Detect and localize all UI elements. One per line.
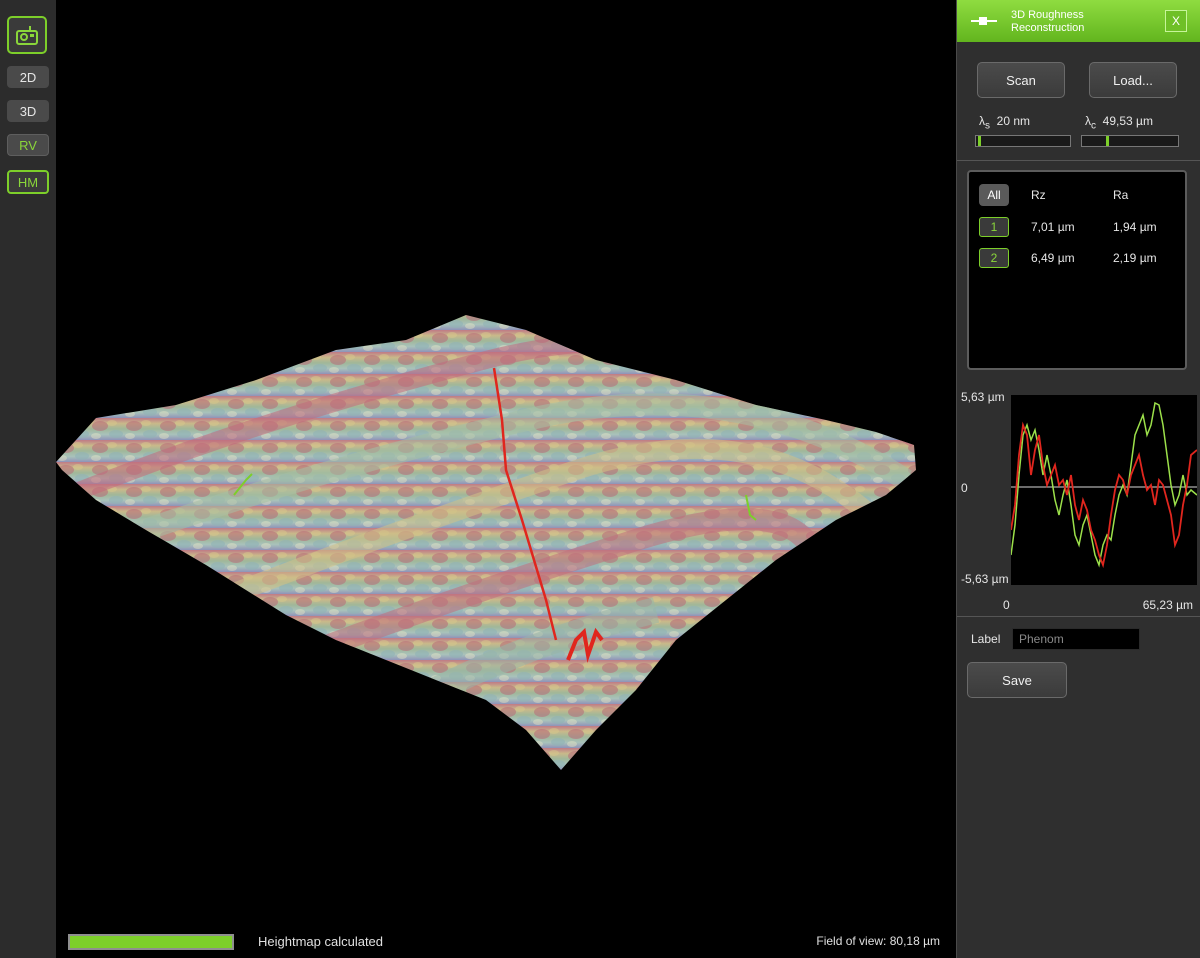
status-bar: Heightmap calculated Field of view: 80,1… — [56, 920, 956, 958]
plot-y-max: 5,63 µm — [961, 390, 1005, 404]
roughness-surface — [56, 315, 916, 770]
load-button[interactable]: Load... — [1089, 62, 1177, 98]
lambda-c-label: λc 49,53 µm — [1085, 114, 1153, 131]
lambda-s-sub: s — [985, 120, 990, 132]
lambda-c-slider[interactable] — [1081, 135, 1179, 147]
profile-1-button[interactable]: 1 — [979, 217, 1009, 237]
field-of-view: Field of view: 80,18 µm — [816, 934, 940, 948]
header-rz: Rz — [1031, 188, 1046, 202]
row-2-rz: 6,49 µm — [1031, 251, 1075, 265]
profile-1-line — [1011, 401, 1197, 568]
divider-2 — [957, 616, 1200, 617]
profile-plot-svg — [1011, 401, 1197, 569]
header-ra: Ra — [1113, 188, 1129, 202]
panel-title-line2: Reconstruction — [1011, 22, 1085, 34]
panel-title-line1: 3D Roughness — [1011, 9, 1084, 21]
camera-icon — [16, 26, 38, 45]
3d-viewport[interactable] — [56, 0, 956, 958]
view-2d-button[interactable]: 2D — [7, 66, 49, 88]
progress-bar — [68, 934, 234, 950]
all-button[interactable]: All — [979, 184, 1009, 206]
divider — [957, 160, 1200, 161]
lambda-c-value: 49,53 µm — [1102, 114, 1153, 128]
profile-2-button[interactable]: 2 — [979, 248, 1009, 268]
panel-header: 3D Roughness Reconstruction X — [957, 0, 1200, 42]
row-2-ra: 2,19 µm — [1113, 251, 1157, 265]
progress-fill — [70, 936, 232, 948]
save-button[interactable]: Save — [967, 662, 1067, 698]
left-toolbar: 2D 3D RV HM — [0, 0, 57, 958]
plot-y-min: -5,63 µm — [961, 572, 1009, 586]
row-1-ra: 1,94 µm — [1113, 220, 1157, 234]
plot-x-max: 65,23 µm — [1142, 598, 1193, 612]
lambda-c-sub: c — [1091, 120, 1096, 132]
camera-button[interactable] — [7, 16, 47, 54]
close-button[interactable]: X — [1165, 10, 1187, 32]
label-caption: Label — [971, 632, 1001, 646]
status-message: Heightmap calculated — [258, 934, 384, 949]
roughness-table: All Rz Ra 1 7,01 µm 1,94 µm 2 6,49 µm 2,… — [967, 170, 1187, 370]
pin-icon — [971, 17, 997, 25]
row-1-rz: 7,01 µm — [1031, 220, 1075, 234]
lambda-s-slider[interactable] — [975, 135, 1071, 147]
panel-title: 3D Roughness Reconstruction — [1011, 9, 1131, 35]
lambda-s-value: 20 nm — [996, 114, 1031, 128]
roughness-panel: 3D Roughness Reconstruction X Scan Load.… — [956, 0, 1200, 958]
plot-y-zero: 0 — [961, 481, 968, 495]
plot-x-min: 0 — [1003, 598, 1010, 612]
view-hm-button[interactable]: HM — [7, 170, 49, 194]
lambda-s-label: λs 20 nm — [979, 114, 1030, 131]
lambda-s-thumb[interactable] — [977, 136, 981, 146]
lambda-c-thumb[interactable] — [1106, 136, 1109, 146]
view-rv-button[interactable]: RV — [7, 134, 49, 156]
scan-button[interactable]: Scan — [977, 62, 1065, 98]
label-input[interactable] — [1012, 628, 1140, 650]
profile-plot — [1011, 395, 1197, 585]
view-3d-button[interactable]: 3D — [7, 100, 49, 122]
